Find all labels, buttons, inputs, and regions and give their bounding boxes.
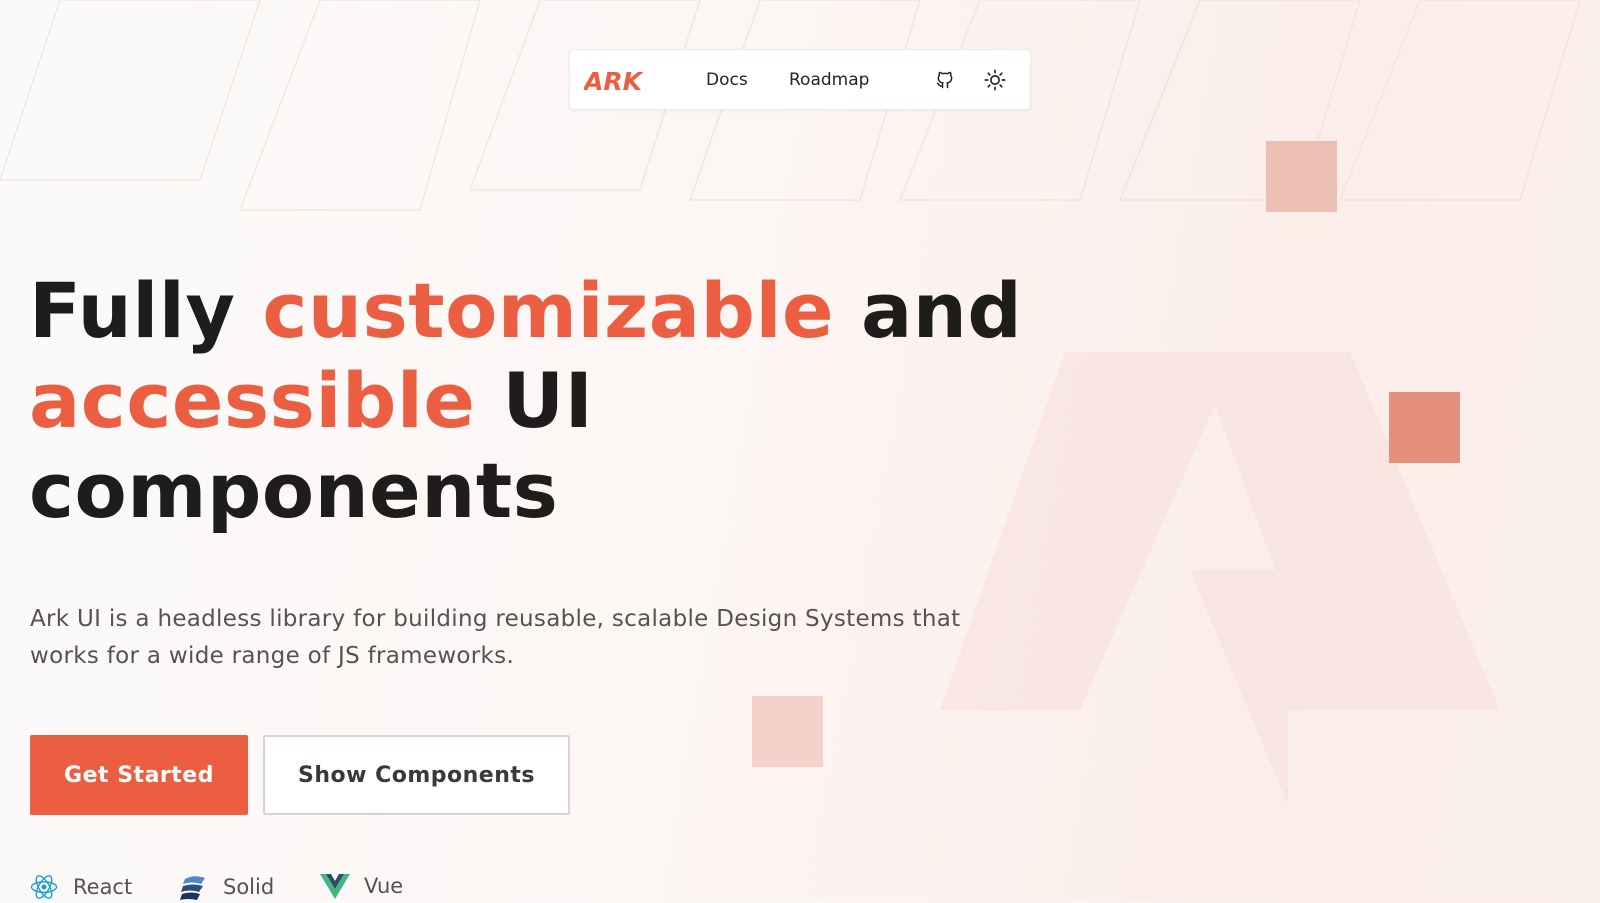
ark-logo[interactable]: ARK	[584, 68, 658, 94]
decorative-square	[1389, 392, 1460, 463]
get-started-button[interactable]: Get Started	[30, 735, 248, 815]
framework-label: React	[73, 875, 133, 899]
headline-accent: accessible	[29, 356, 476, 445]
framework-vue[interactable]: Vue	[320, 873, 403, 899]
nav-link-docs[interactable]: Docs	[706, 69, 748, 91]
hero-description: Ark UI is a headless library for buildin…	[30, 606, 961, 669]
framework-solid[interactable]: Solid	[179, 873, 274, 901]
sun-icon[interactable]	[982, 67, 1008, 93]
framework-label: Solid	[223, 875, 275, 899]
decorative-square	[752, 696, 823, 767]
framework-label: Vue	[364, 874, 404, 898]
decorative-square	[1266, 141, 1337, 212]
framework-react[interactable]: React	[29, 873, 132, 901]
headline-text: and	[834, 266, 1023, 355]
nav-link-roadmap[interactable]: Roadmap	[789, 69, 869, 91]
headline-accent: customizable	[262, 266, 835, 355]
top-navbar: ARK Docs Roadmap	[569, 49, 1031, 110]
solid-icon	[180, 876, 205, 900]
headline-text: Fully	[29, 266, 263, 355]
logo-text: ARK	[584, 68, 644, 94]
hero-headline: Fully customizable and accessible UI compo…	[29, 266, 1029, 536]
show-components-button[interactable]: Show Components	[263, 735, 570, 815]
react-icon	[30, 875, 58, 899]
headline-text: components	[29, 446, 559, 535]
github-icon[interactable]	[932, 67, 958, 93]
headline-text: UI	[475, 356, 594, 445]
vue-icon	[320, 874, 350, 899]
